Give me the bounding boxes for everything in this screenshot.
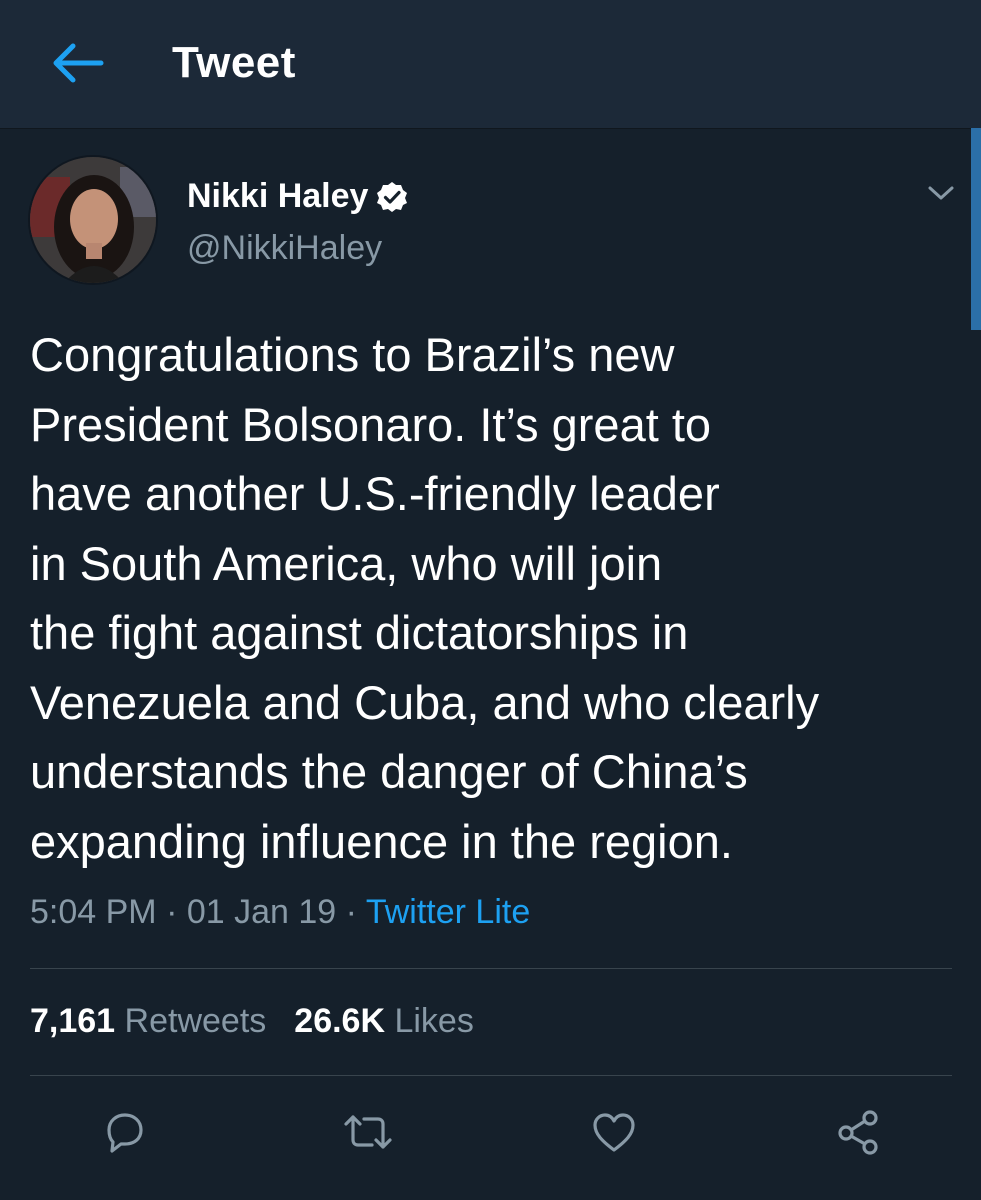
tweet-action-bar bbox=[0, 1100, 981, 1164]
back-button[interactable] bbox=[44, 34, 110, 92]
divider bbox=[30, 968, 952, 969]
retweets-label: Retweets bbox=[124, 1002, 267, 1040]
tweet-text: Congratulations to Brazil’s new Presiden… bbox=[30, 328, 820, 868]
likes-label: Likes bbox=[394, 1002, 474, 1040]
tweet-source-link[interactable]: Twitter Lite bbox=[366, 893, 530, 931]
likes-stat[interactable]: 26.6K Likes bbox=[294, 1002, 474, 1040]
app-header: Tweet bbox=[0, 0, 981, 129]
reply-icon bbox=[107, 1113, 143, 1153]
avatar[interactable] bbox=[28, 155, 158, 285]
page-title: Tweet bbox=[172, 38, 296, 87]
retweets-count: 7,161 bbox=[30, 1002, 116, 1040]
reply-button[interactable] bbox=[92, 1100, 156, 1164]
meta-separator: · bbox=[166, 893, 178, 931]
meta-separator: · bbox=[345, 893, 357, 931]
divider bbox=[30, 1075, 952, 1076]
retweet-button[interactable] bbox=[336, 1100, 400, 1164]
likes-count: 26.6K bbox=[294, 1002, 386, 1040]
scrollbar[interactable] bbox=[971, 128, 981, 330]
more-options-button[interactable] bbox=[920, 172, 962, 214]
verified-badge-icon bbox=[377, 181, 408, 212]
display-name[interactable]: Nikki Haley bbox=[187, 177, 368, 216]
tweet-stats: 7,161 Retweets 26.6K Likes bbox=[30, 1002, 474, 1041]
share-icon bbox=[838, 1110, 878, 1155]
chevron-down-icon bbox=[928, 186, 954, 200]
user-handle[interactable]: @NikkiHaley bbox=[187, 229, 382, 268]
share-button[interactable] bbox=[826, 1100, 890, 1164]
retweet-icon bbox=[344, 1115, 392, 1149]
arrow-left-icon bbox=[53, 43, 104, 83]
tweet-meta: 5:04 PM · 01 Jan 19 · Twitter Lite bbox=[30, 893, 530, 932]
heart-icon bbox=[593, 1113, 635, 1152]
author-name-row: Nikki Haley bbox=[187, 177, 408, 216]
like-button[interactable] bbox=[582, 1100, 646, 1164]
tweet-date: 01 Jan 19 bbox=[186, 893, 337, 931]
tweet-time: 5:04 PM bbox=[30, 893, 157, 931]
retweets-stat[interactable]: 7,161 Retweets bbox=[30, 1002, 266, 1040]
